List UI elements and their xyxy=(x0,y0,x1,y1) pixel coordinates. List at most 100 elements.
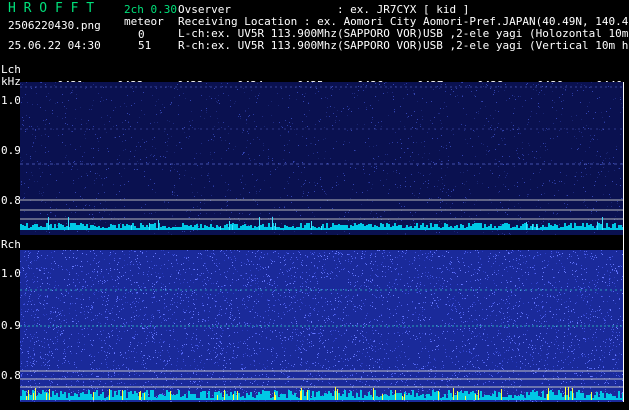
noise-pixel xyxy=(507,271,508,272)
noise-pixel xyxy=(468,339,469,340)
noise-pixel xyxy=(34,324,35,325)
noise-pixel xyxy=(517,182,518,183)
noise-pixel xyxy=(508,350,509,351)
noise-pixel xyxy=(142,301,143,302)
noise-pixel xyxy=(374,159,375,160)
noise-pixel xyxy=(85,88,86,89)
noise-floor-bar xyxy=(620,225,622,230)
noise-pixel xyxy=(67,124,68,125)
noise-pixel xyxy=(353,184,354,185)
noise-pixel xyxy=(390,255,391,256)
noise-pixel xyxy=(488,187,489,188)
noise-pixel xyxy=(51,212,52,213)
noise-pixel xyxy=(41,358,42,359)
noise-floor-bar xyxy=(356,225,358,230)
noise-pixel xyxy=(73,180,74,181)
noise-pixel xyxy=(242,330,243,331)
noise-pixel xyxy=(171,102,172,103)
noise-pixel xyxy=(471,333,472,334)
noise-pixel xyxy=(174,192,175,193)
noise-pixel xyxy=(500,224,501,225)
noise-pixel xyxy=(345,260,346,261)
noise-pixel xyxy=(89,129,90,130)
noise-pixel xyxy=(38,257,39,258)
noise-pixel xyxy=(216,384,217,385)
noise-pixel xyxy=(34,344,35,345)
noise-floor-bar xyxy=(556,225,558,230)
noise-floor-bar xyxy=(572,228,574,230)
noise-pixel xyxy=(68,346,69,347)
noise-pixel xyxy=(528,392,529,393)
noise-pixel xyxy=(34,181,35,182)
noise-pixel xyxy=(28,187,29,188)
noise-pixel xyxy=(181,354,182,355)
noise-pixel xyxy=(183,93,184,94)
noise-pixel xyxy=(158,310,159,311)
noise-pixel xyxy=(73,391,74,392)
noise-floor-bar xyxy=(336,225,338,230)
noise-pixel xyxy=(617,211,618,212)
noise-pixel xyxy=(347,301,348,302)
noise-pixel xyxy=(291,196,292,197)
noise-pixel xyxy=(251,296,252,297)
noise-pixel xyxy=(448,225,449,226)
noise-pixel xyxy=(337,176,338,177)
noise-pixel xyxy=(311,143,312,144)
noise-pixel xyxy=(73,266,74,267)
noise-pixel xyxy=(404,84,405,85)
noise-pixel xyxy=(58,285,59,286)
noise-pixel xyxy=(276,353,277,354)
noise-pixel xyxy=(102,217,103,218)
noise-pixel xyxy=(98,93,99,94)
noise-pixel xyxy=(575,162,576,163)
noise-pixel xyxy=(300,335,301,336)
noise-pixel xyxy=(434,286,435,287)
noise-floor-bar xyxy=(390,227,392,230)
noise-pixel xyxy=(174,88,175,89)
noise-pixel xyxy=(46,376,47,377)
noise-pixel xyxy=(199,356,200,357)
noise-pixel xyxy=(43,120,44,121)
noise-pixel xyxy=(287,375,288,376)
noise-pixel xyxy=(305,362,306,363)
noise-pixel xyxy=(545,226,546,227)
noise-pixel xyxy=(226,150,227,151)
noise-pixel xyxy=(417,165,418,166)
noise-pixel xyxy=(562,391,563,392)
noise-pixel xyxy=(71,353,72,354)
noise-pixel xyxy=(177,171,178,172)
noise-pixel xyxy=(371,188,372,189)
noise-pixel xyxy=(80,107,81,108)
noise-pixel xyxy=(219,314,220,315)
noise-pixel xyxy=(422,254,423,255)
noise-pixel xyxy=(519,268,520,269)
noise-pixel xyxy=(136,293,137,294)
noise-pixel xyxy=(289,140,290,141)
noise-pixel xyxy=(21,181,22,182)
noise-pixel xyxy=(392,142,393,143)
noise-pixel xyxy=(347,130,348,131)
noise-pixel xyxy=(436,213,437,214)
noise-pixel xyxy=(81,124,82,125)
noise-pixel xyxy=(216,265,217,266)
noise-pixel xyxy=(545,150,546,151)
noise-pixel xyxy=(152,314,153,315)
noise-floor-bar xyxy=(28,228,30,230)
noise-pixel xyxy=(48,288,49,289)
noise-pixel xyxy=(285,259,286,260)
noise-pixel xyxy=(527,231,528,232)
noise-pixel xyxy=(516,302,517,303)
noise-pixel xyxy=(396,279,397,280)
noise-pixel xyxy=(548,369,549,370)
noise-floor-bar xyxy=(82,224,84,230)
noise-pixel xyxy=(593,118,594,119)
datetime-label: 25.06.22 04:30 xyxy=(8,39,101,52)
noise-pixel xyxy=(34,317,35,318)
noise-pixel xyxy=(60,335,61,336)
noise-pixel xyxy=(153,335,154,336)
noise-pixel xyxy=(315,272,316,273)
noise-pixel xyxy=(617,201,618,202)
noise-pixel xyxy=(35,136,36,137)
rch-spectrogram xyxy=(20,250,623,402)
noise-pixel xyxy=(264,126,265,127)
